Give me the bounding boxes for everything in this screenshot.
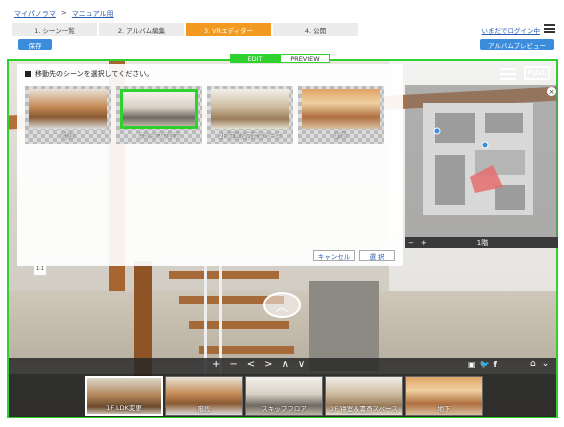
preview-mode-tab[interactable]: PREVIEW (280, 54, 330, 63)
square-bullet-icon (25, 71, 31, 77)
scene-thumb-2f-bedroom[interactable]: 2F 寝室＆書斎スペース (207, 86, 293, 144)
facebook-icon[interactable]: f (494, 360, 497, 369)
zoom-in-icon[interactable]: + (212, 359, 220, 370)
hamburger-menu-icon[interactable] (544, 24, 555, 33)
filmstrip-items: 1F LDK変更 階段 スキップフロア 2F 寝室＆書斎スペース 地下 (85, 376, 483, 416)
move-forward-arrow-icon[interactable]: ︿ (263, 292, 301, 318)
album-preview-button[interactable]: アルバムプレビュー (480, 39, 554, 50)
save-button[interactable]: 保存 (18, 39, 52, 50)
viewer-menu-icon[interactable] (500, 68, 516, 80)
edit-mode-tab[interactable]: EDIT (230, 54, 280, 63)
edit-preview-toggle: EDIT PREVIEW (230, 54, 330, 63)
viewer-extra-icons: ⌂ ⌄ (530, 359, 549, 369)
select-button[interactable]: 選 択 (359, 250, 395, 261)
dialog-title: 移動先のシーンを選択してください。 (25, 69, 153, 79)
scene-select-dialog: 移動先のシーンを選択してください。 階段 スキップフロア 2F 寝室＆書斎スペー… (17, 64, 403, 266)
map-toolbar: − + 1階 (405, 237, 558, 248)
map-close-icon[interactable]: × (547, 87, 556, 96)
scene-thumb-basement[interactable]: 地下 (298, 86, 384, 144)
screen-icon[interactable]: ▣ (468, 360, 476, 369)
map-zoom-out-button[interactable]: − (408, 239, 414, 247)
filmstrip-item-skip-floor[interactable]: スキップフロア (245, 376, 323, 416)
scene-thumb-stairs[interactable]: 階段 (25, 86, 111, 144)
filmstrip-item-stairs[interactable]: 階段 (165, 376, 243, 416)
filmstrip-item-basement[interactable]: 地下 (405, 376, 483, 416)
twitter-icon[interactable]: 🐦 (480, 360, 490, 369)
login-status-link[interactable]: いまだでログイン中 (482, 25, 541, 35)
step-tab-album-edit[interactable]: 2. アルバム編集 (99, 23, 184, 36)
cancel-button[interactable]: キャンセル (313, 250, 355, 261)
floor-map[interactable]: × (405, 85, 558, 237)
collapse-chevron-icon[interactable]: ⌄ (542, 359, 550, 369)
floor-plan-toggle-icon[interactable]: ⌂ (530, 359, 536, 369)
zoom-out-icon[interactable]: − (229, 359, 237, 370)
scene-thumbnail-list: 階段 スキップフロア 2F 寝室＆書斎スペース 地下 (25, 86, 384, 144)
step-tab-publish[interactable]: 4. 公開 (273, 23, 358, 36)
step-tab-vr-editor[interactable]: 3. VRエディター (186, 23, 271, 36)
breadcrumb: マイパノラマ > マニュアル用 (14, 9, 114, 19)
floor-label[interactable]: 1階 (477, 238, 488, 248)
share-icons: ▣ 🐦 f (468, 360, 497, 369)
navigation-controls: + − < > ∧ ∨ (212, 359, 305, 370)
map-zoom-in-button[interactable]: + (421, 239, 427, 247)
pan-up-icon[interactable]: ∧ (282, 359, 289, 370)
filmstrip-item-2f-bedroom[interactable]: 2F 寝室＆書斎スペース (325, 376, 403, 416)
step-tab-scene-list[interactable]: 1. シーン一覧 (12, 23, 97, 36)
scene-thumb-skip-floor[interactable]: スキップフロア (116, 86, 202, 144)
pan-down-icon[interactable]: ∨ (298, 359, 305, 370)
step-tabs: 1. シーン一覧 2. アルバム編集 3. VRエディター 4. 公開 (12, 23, 360, 36)
breadcrumb-separator: > (60, 9, 67, 17)
floor-plan-image (423, 103, 533, 215)
fullscreen-button[interactable]: FULL (524, 66, 550, 80)
breadcrumb-current-link[interactable]: マニュアル用 (72, 9, 114, 19)
pan-left-icon[interactable]: < (247, 359, 255, 370)
pan-right-icon[interactable]: > (264, 359, 272, 370)
breadcrumb-home-link[interactable]: マイパノラマ (14, 9, 56, 19)
filmstrip-item-1f-ldk[interactable]: 1F LDK変更 (85, 376, 163, 416)
